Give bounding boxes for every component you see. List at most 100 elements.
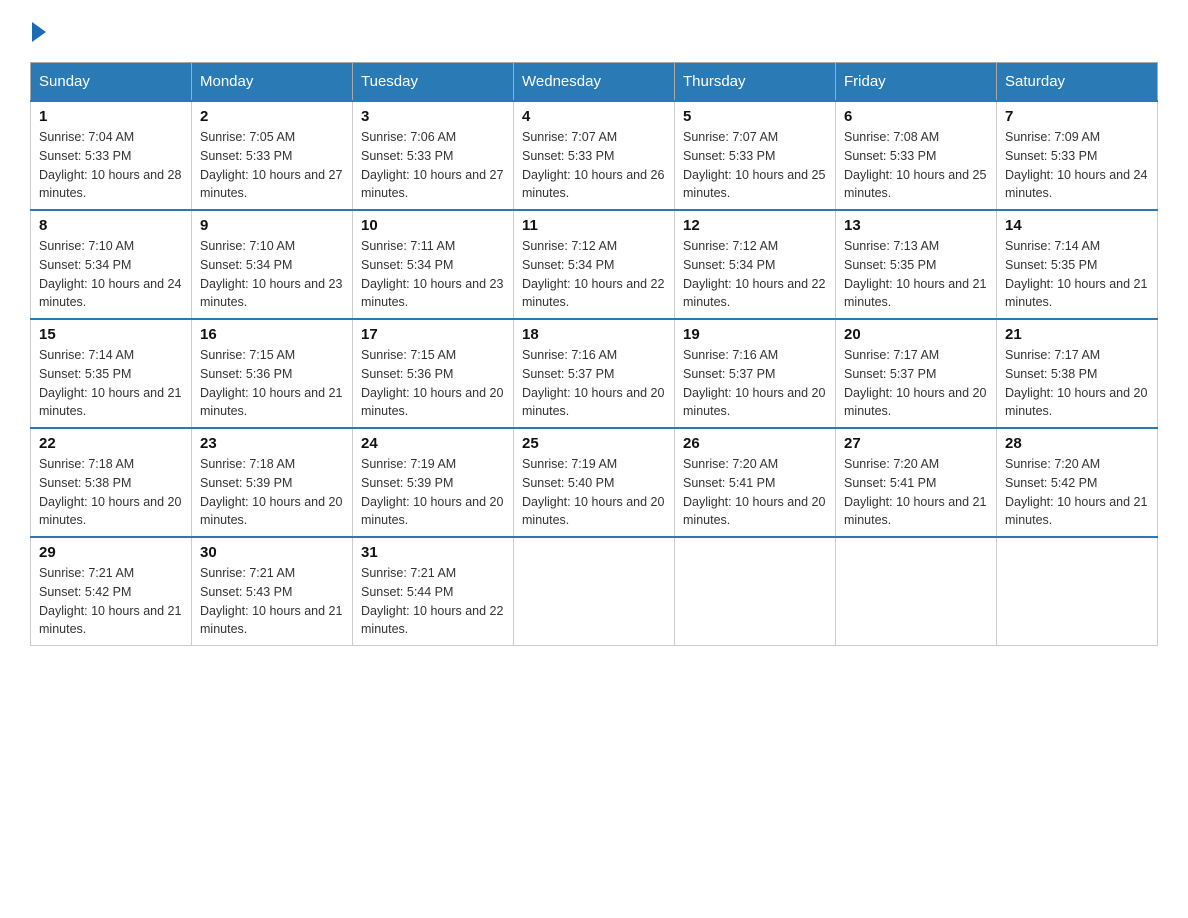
- day-info: Sunrise: 7:18 AM Sunset: 5:39 PM Dayligh…: [200, 455, 344, 530]
- day-number: 17: [361, 326, 505, 343]
- day-number: 3: [361, 108, 505, 125]
- day-number: 31: [361, 544, 505, 561]
- calendar-cell: 23 Sunrise: 7:18 AM Sunset: 5:39 PM Dayl…: [192, 428, 353, 537]
- day-info: Sunrise: 7:08 AM Sunset: 5:33 PM Dayligh…: [844, 128, 988, 203]
- day-number: 12: [683, 217, 827, 234]
- calendar-cell: 17 Sunrise: 7:15 AM Sunset: 5:36 PM Dayl…: [353, 319, 514, 428]
- calendar-cell: 5 Sunrise: 7:07 AM Sunset: 5:33 PM Dayli…: [675, 101, 836, 210]
- day-info: Sunrise: 7:13 AM Sunset: 5:35 PM Dayligh…: [844, 237, 988, 312]
- calendar-cell: 24 Sunrise: 7:19 AM Sunset: 5:39 PM Dayl…: [353, 428, 514, 537]
- day-info: Sunrise: 7:09 AM Sunset: 5:33 PM Dayligh…: [1005, 128, 1149, 203]
- day-info: Sunrise: 7:07 AM Sunset: 5:33 PM Dayligh…: [683, 128, 827, 203]
- day-number: 13: [844, 217, 988, 234]
- day-number: 6: [844, 108, 988, 125]
- day-number: 19: [683, 326, 827, 343]
- calendar-cell: 22 Sunrise: 7:18 AM Sunset: 5:38 PM Dayl…: [31, 428, 192, 537]
- col-header-thursday: Thursday: [675, 63, 836, 102]
- day-info: Sunrise: 7:16 AM Sunset: 5:37 PM Dayligh…: [683, 346, 827, 421]
- col-header-wednesday: Wednesday: [514, 63, 675, 102]
- day-number: 5: [683, 108, 827, 125]
- calendar-cell: 29 Sunrise: 7:21 AM Sunset: 5:42 PM Dayl…: [31, 537, 192, 646]
- week-row-1: 1 Sunrise: 7:04 AM Sunset: 5:33 PM Dayli…: [31, 101, 1158, 210]
- col-header-friday: Friday: [836, 63, 997, 102]
- calendar-cell: 4 Sunrise: 7:07 AM Sunset: 5:33 PM Dayli…: [514, 101, 675, 210]
- day-info: Sunrise: 7:06 AM Sunset: 5:33 PM Dayligh…: [361, 128, 505, 203]
- day-number: 30: [200, 544, 344, 561]
- day-number: 16: [200, 326, 344, 343]
- calendar-cell: 20 Sunrise: 7:17 AM Sunset: 5:37 PM Dayl…: [836, 319, 997, 428]
- day-info: Sunrise: 7:10 AM Sunset: 5:34 PM Dayligh…: [39, 237, 183, 312]
- day-info: Sunrise: 7:19 AM Sunset: 5:39 PM Dayligh…: [361, 455, 505, 530]
- logo-arrow-icon: [32, 22, 46, 42]
- week-row-3: 15 Sunrise: 7:14 AM Sunset: 5:35 PM Dayl…: [31, 319, 1158, 428]
- day-info: Sunrise: 7:12 AM Sunset: 5:34 PM Dayligh…: [522, 237, 666, 312]
- week-row-2: 8 Sunrise: 7:10 AM Sunset: 5:34 PM Dayli…: [31, 210, 1158, 319]
- day-number: 8: [39, 217, 183, 234]
- calendar-cell: 1 Sunrise: 7:04 AM Sunset: 5:33 PM Dayli…: [31, 101, 192, 210]
- day-number: 9: [200, 217, 344, 234]
- calendar-cell: 26 Sunrise: 7:20 AM Sunset: 5:41 PM Dayl…: [675, 428, 836, 537]
- day-info: Sunrise: 7:04 AM Sunset: 5:33 PM Dayligh…: [39, 128, 183, 203]
- page-header: [30, 20, 1158, 42]
- calendar-cell: 6 Sunrise: 7:08 AM Sunset: 5:33 PM Dayli…: [836, 101, 997, 210]
- calendar-cell: 28 Sunrise: 7:20 AM Sunset: 5:42 PM Dayl…: [997, 428, 1158, 537]
- day-number: 25: [522, 435, 666, 452]
- day-info: Sunrise: 7:14 AM Sunset: 5:35 PM Dayligh…: [39, 346, 183, 421]
- col-header-saturday: Saturday: [997, 63, 1158, 102]
- day-number: 22: [39, 435, 183, 452]
- day-info: Sunrise: 7:15 AM Sunset: 5:36 PM Dayligh…: [200, 346, 344, 421]
- calendar-cell: 19 Sunrise: 7:16 AM Sunset: 5:37 PM Dayl…: [675, 319, 836, 428]
- day-number: 4: [522, 108, 666, 125]
- calendar-cell: [836, 537, 997, 646]
- day-info: Sunrise: 7:12 AM Sunset: 5:34 PM Dayligh…: [683, 237, 827, 312]
- calendar-cell: 9 Sunrise: 7:10 AM Sunset: 5:34 PM Dayli…: [192, 210, 353, 319]
- day-number: 26: [683, 435, 827, 452]
- calendar-cell: 7 Sunrise: 7:09 AM Sunset: 5:33 PM Dayli…: [997, 101, 1158, 210]
- day-info: Sunrise: 7:15 AM Sunset: 5:36 PM Dayligh…: [361, 346, 505, 421]
- day-info: Sunrise: 7:17 AM Sunset: 5:37 PM Dayligh…: [844, 346, 988, 421]
- day-info: Sunrise: 7:10 AM Sunset: 5:34 PM Dayligh…: [200, 237, 344, 312]
- day-number: 20: [844, 326, 988, 343]
- day-info: Sunrise: 7:18 AM Sunset: 5:38 PM Dayligh…: [39, 455, 183, 530]
- day-info: Sunrise: 7:19 AM Sunset: 5:40 PM Dayligh…: [522, 455, 666, 530]
- day-number: 21: [1005, 326, 1149, 343]
- col-header-monday: Monday: [192, 63, 353, 102]
- calendar-cell: 13 Sunrise: 7:13 AM Sunset: 5:35 PM Dayl…: [836, 210, 997, 319]
- day-number: 18: [522, 326, 666, 343]
- week-row-5: 29 Sunrise: 7:21 AM Sunset: 5:42 PM Dayl…: [31, 537, 1158, 646]
- day-number: 23: [200, 435, 344, 452]
- day-info: Sunrise: 7:21 AM Sunset: 5:42 PM Dayligh…: [39, 564, 183, 639]
- day-info: Sunrise: 7:21 AM Sunset: 5:44 PM Dayligh…: [361, 564, 505, 639]
- calendar-cell: [514, 537, 675, 646]
- calendar-cell: 27 Sunrise: 7:20 AM Sunset: 5:41 PM Dayl…: [836, 428, 997, 537]
- col-header-tuesday: Tuesday: [353, 63, 514, 102]
- day-number: 11: [522, 217, 666, 234]
- calendar-cell: 21 Sunrise: 7:17 AM Sunset: 5:38 PM Dayl…: [997, 319, 1158, 428]
- day-info: Sunrise: 7:05 AM Sunset: 5:33 PM Dayligh…: [200, 128, 344, 203]
- day-number: 28: [1005, 435, 1149, 452]
- day-number: 10: [361, 217, 505, 234]
- day-info: Sunrise: 7:14 AM Sunset: 5:35 PM Dayligh…: [1005, 237, 1149, 312]
- day-number: 14: [1005, 217, 1149, 234]
- calendar-cell: 30 Sunrise: 7:21 AM Sunset: 5:43 PM Dayl…: [192, 537, 353, 646]
- day-info: Sunrise: 7:11 AM Sunset: 5:34 PM Dayligh…: [361, 237, 505, 312]
- calendar-header-row: SundayMondayTuesdayWednesdayThursdayFrid…: [31, 63, 1158, 102]
- day-number: 27: [844, 435, 988, 452]
- calendar-cell: 18 Sunrise: 7:16 AM Sunset: 5:37 PM Dayl…: [514, 319, 675, 428]
- week-row-4: 22 Sunrise: 7:18 AM Sunset: 5:38 PM Dayl…: [31, 428, 1158, 537]
- day-info: Sunrise: 7:21 AM Sunset: 5:43 PM Dayligh…: [200, 564, 344, 639]
- day-info: Sunrise: 7:20 AM Sunset: 5:41 PM Dayligh…: [683, 455, 827, 530]
- calendar-cell: 8 Sunrise: 7:10 AM Sunset: 5:34 PM Dayli…: [31, 210, 192, 319]
- day-number: 29: [39, 544, 183, 561]
- day-info: Sunrise: 7:16 AM Sunset: 5:37 PM Dayligh…: [522, 346, 666, 421]
- calendar-cell: 15 Sunrise: 7:14 AM Sunset: 5:35 PM Dayl…: [31, 319, 192, 428]
- col-header-sunday: Sunday: [31, 63, 192, 102]
- calendar-cell: 25 Sunrise: 7:19 AM Sunset: 5:40 PM Dayl…: [514, 428, 675, 537]
- calendar-cell: 10 Sunrise: 7:11 AM Sunset: 5:34 PM Dayl…: [353, 210, 514, 319]
- calendar-cell: 14 Sunrise: 7:14 AM Sunset: 5:35 PM Dayl…: [997, 210, 1158, 319]
- day-number: 1: [39, 108, 183, 125]
- calendar-cell: 3 Sunrise: 7:06 AM Sunset: 5:33 PM Dayli…: [353, 101, 514, 210]
- day-info: Sunrise: 7:17 AM Sunset: 5:38 PM Dayligh…: [1005, 346, 1149, 421]
- calendar-cell: [997, 537, 1158, 646]
- day-number: 24: [361, 435, 505, 452]
